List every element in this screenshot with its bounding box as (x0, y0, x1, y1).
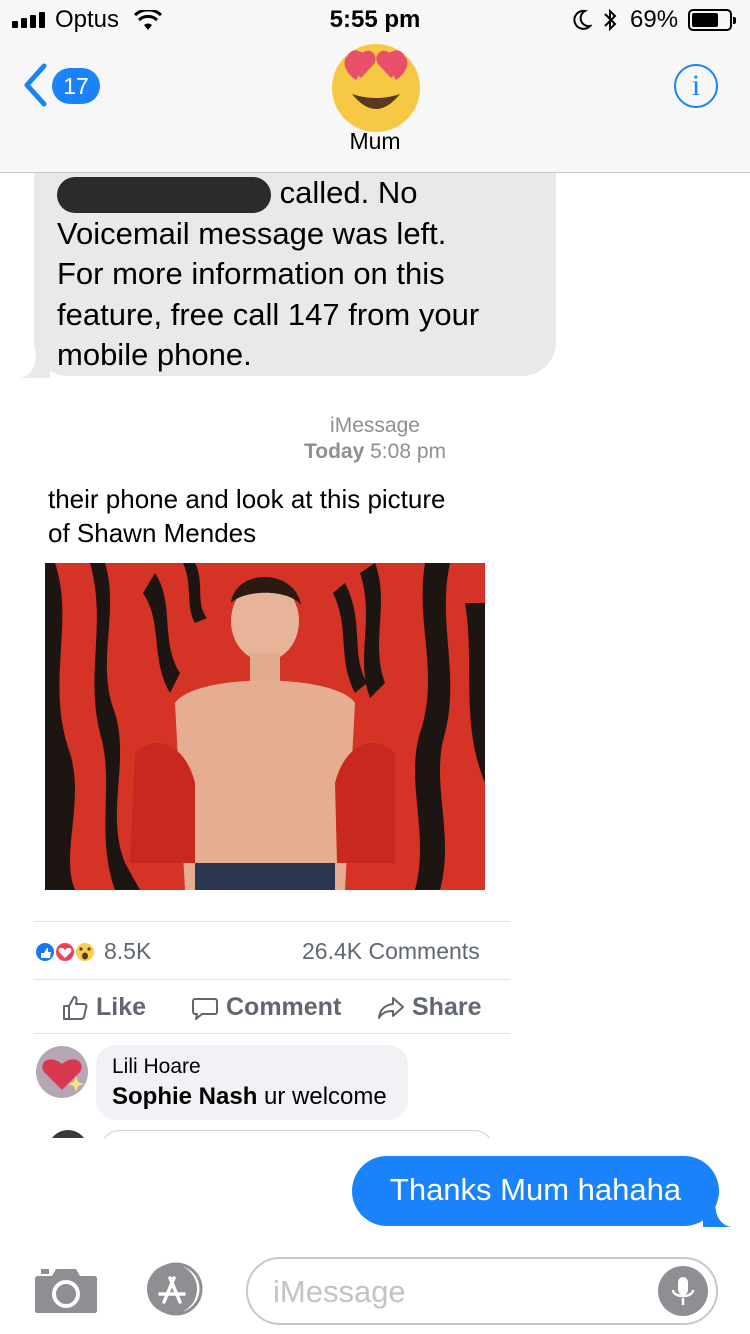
comment-label: Comment (226, 993, 342, 1021)
thumbs-up-icon (63, 995, 88, 1020)
post-photo[interactable] (45, 563, 485, 890)
back-chevron-icon[interactable] (22, 62, 48, 108)
moon-icon (573, 9, 592, 30)
comment-author[interactable]: Lili Hoare (112, 1055, 201, 1079)
camera-icon[interactable] (34, 1266, 98, 1314)
message-line: Voicemail message was left. (57, 215, 447, 251)
battery-icon (688, 9, 736, 31)
bluetooth-icon (604, 8, 617, 32)
contact-name[interactable]: Mum (0, 128, 750, 155)
timestamp-day: Today (303, 440, 365, 463)
share-action[interactable]: Share (378, 993, 481, 1022)
message-line: For more information on this (57, 256, 445, 291)
comment-bubble-icon (192, 997, 218, 1020)
tagged-name[interactable]: Sophie Nash (112, 1083, 257, 1110)
heart-eyes-emoji-avatar[interactable] (330, 40, 422, 132)
comment-action[interactable]: Comment (192, 993, 341, 1022)
incoming-message-bubble[interactable]: called. No Voicemail message was left. F… (20, 140, 556, 378)
post-divider (34, 1033, 510, 1034)
post-text-line: of Shawn Mendes (48, 518, 257, 548)
share-arrow-icon (378, 996, 404, 1019)
app-store-icon[interactable] (140, 1262, 208, 1316)
reactions-count[interactable]: 8.5K (104, 938, 151, 965)
service-label: iMessage (330, 414, 420, 437)
microphone-icon (671, 1277, 695, 1305)
info-button[interactable]: i (674, 64, 718, 108)
status-bar: Optus 5:55 pm 69% (0, 0, 750, 40)
message-line: mobile phone. (57, 337, 252, 372)
timestamp-label: Today 5:08 pm (0, 440, 750, 464)
microphone-button[interactable] (658, 1266, 708, 1316)
post-divider (34, 979, 510, 980)
message-line: called. No (279, 175, 418, 210)
battery-percent: 69% (630, 6, 679, 33)
share-label: Share (412, 993, 482, 1021)
comment-body: ur welcome (257, 1083, 387, 1110)
post-text-line: their phone and look at this picture (48, 484, 446, 514)
outgoing-message-bubble[interactable]: Thanks Mum hahaha (352, 1156, 731, 1227)
unread-count-badge[interactable]: 17 (52, 68, 100, 104)
outgoing-message-text: Thanks Mum hahaha (389, 1172, 682, 1207)
comment-text: Sophie Nash ur welcome (112, 1083, 387, 1111)
cropped-next-comment (34, 1128, 510, 1138)
reaction-icons[interactable] (35, 937, 95, 967)
bubble-tail (20, 348, 50, 378)
post-text: their phone and look at this picture of … (48, 482, 498, 550)
comment-bubble[interactable]: Lili Hoare Sophie Nash ur welcome (96, 1045, 408, 1120)
comments-count[interactable]: 26.4K Comments (302, 938, 480, 965)
message-input-placeholder: iMessage (273, 1274, 406, 1309)
commenter-avatar[interactable] (36, 1046, 88, 1098)
timestamp-time: 5:08 pm (370, 440, 447, 463)
message-input[interactable]: iMessage (246, 1257, 718, 1325)
like-action[interactable]: Like (62, 993, 146, 1022)
incoming-message-text: called. No Voicemail message was left. F… (57, 173, 547, 376)
message-line: feature, free call 147 from your (57, 296, 480, 332)
post-divider (34, 921, 510, 922)
like-label: Like (96, 993, 147, 1021)
redacted-number (57, 176, 271, 213)
